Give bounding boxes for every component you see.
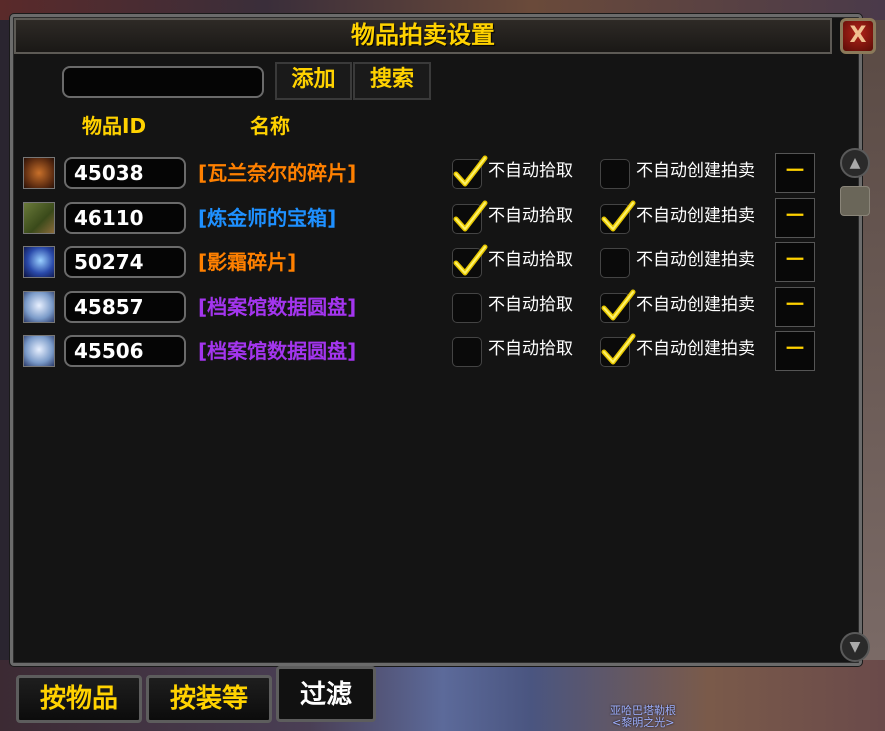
tab-by-item[interactable]: 按物品 <box>16 675 142 723</box>
tab-filter[interactable]: 过滤 <box>276 666 376 722</box>
item-name-link[interactable]: [档案馆数据圆盘] <box>198 335 356 367</box>
alchemist-chest-icon[interactable] <box>23 202 55 234</box>
remove-item-button[interactable]: － <box>775 198 815 238</box>
no-auto-loot-checkbox[interactable] <box>452 155 488 189</box>
npc-title-plate: <黎明之光> <box>612 716 675 729</box>
window-title: 物品拍卖设置 <box>351 21 495 49</box>
list-item: 45038 [瓦兰奈尔的碎片] 不自动拾取 不自动创建拍卖 － <box>0 152 885 196</box>
no-auto-auction-checkbox[interactable] <box>600 333 636 367</box>
list-item: 45506 [档案馆数据圆盘] 不自动拾取 不自动创建拍卖 － <box>0 330 885 374</box>
remove-item-button[interactable]: － <box>775 242 815 282</box>
search-button[interactable]: 搜索 <box>353 62 431 100</box>
no-auto-auction-label: 不自动创建拍卖 <box>636 161 755 181</box>
tab-by-item-level[interactable]: 按装等 <box>146 675 272 723</box>
item-name-link[interactable]: [档案馆数据圆盘] <box>198 291 356 323</box>
item-id-field: 46110 <box>64 202 186 234</box>
no-auto-loot-checkbox[interactable] <box>452 244 488 278</box>
no-auto-loot-label: 不自动拾取 <box>488 295 573 315</box>
remove-item-button[interactable]: － <box>775 287 815 327</box>
scroll-up-button[interactable]: ▲ <box>840 148 870 178</box>
add-button[interactable]: 添加 <box>275 62 352 100</box>
close-button[interactable]: X <box>840 18 876 54</box>
column-header-name: 名称 <box>250 114 290 138</box>
no-auto-auction-checkbox[interactable] <box>600 248 630 278</box>
column-header-id: 物品ID <box>82 114 147 138</box>
list-item: 45857 [档案馆数据圆盘] 不自动拾取 不自动创建拍卖 － <box>0 286 885 330</box>
scroll-down-button[interactable]: ▼ <box>840 632 870 662</box>
remove-item-button[interactable]: － <box>775 331 815 371</box>
item-id-field: 45038 <box>64 157 186 189</box>
no-auto-loot-label: 不自动拾取 <box>488 250 573 270</box>
item-name-link[interactable]: [瓦兰奈尔的碎片] <box>198 157 356 189</box>
no-auto-auction-label: 不自动创建拍卖 <box>636 206 755 226</box>
item-id-field: 45506 <box>64 335 186 367</box>
list-item: 50274 [影霜碎片] 不自动拾取 不自动创建拍卖 － <box>0 241 885 285</box>
archivum-disc-icon[interactable] <box>23 335 55 367</box>
treasure-chest-icon[interactable] <box>23 157 55 189</box>
item-name-link[interactable]: [炼金师的宝箱] <box>198 202 336 234</box>
no-auto-loot-checkbox[interactable] <box>452 337 482 367</box>
no-auto-loot-label: 不自动拾取 <box>488 206 573 226</box>
shadowfrost-shard-icon[interactable] <box>23 246 55 278</box>
no-auto-auction-checkbox[interactable] <box>600 200 636 234</box>
remove-item-button[interactable]: － <box>775 153 815 193</box>
list-item: 46110 [炼金师的宝箱] 不自动拾取 不自动创建拍卖 － <box>0 197 885 241</box>
scrollbar-thumb[interactable] <box>840 186 870 216</box>
item-id-field: 45857 <box>64 291 186 323</box>
no-auto-auction-label: 不自动创建拍卖 <box>636 250 755 270</box>
no-auto-auction-checkbox[interactable] <box>600 289 636 323</box>
no-auto-loot-checkbox[interactable] <box>452 200 488 234</box>
item-id-field: 50274 <box>64 246 186 278</box>
item-name-link[interactable]: [影霜碎片] <box>198 246 296 278</box>
no-auto-auction-label: 不自动创建拍卖 <box>636 295 755 315</box>
no-auto-loot-label: 不自动拾取 <box>488 161 573 181</box>
no-auto-loot-label: 不自动拾取 <box>488 339 573 359</box>
item-search-input[interactable] <box>62 66 264 98</box>
no-auto-loot-checkbox[interactable] <box>452 293 482 323</box>
no-auto-auction-label: 不自动创建拍卖 <box>636 339 755 359</box>
archivum-disc-icon[interactable] <box>23 291 55 323</box>
no-auto-auction-checkbox[interactable] <box>600 159 630 189</box>
